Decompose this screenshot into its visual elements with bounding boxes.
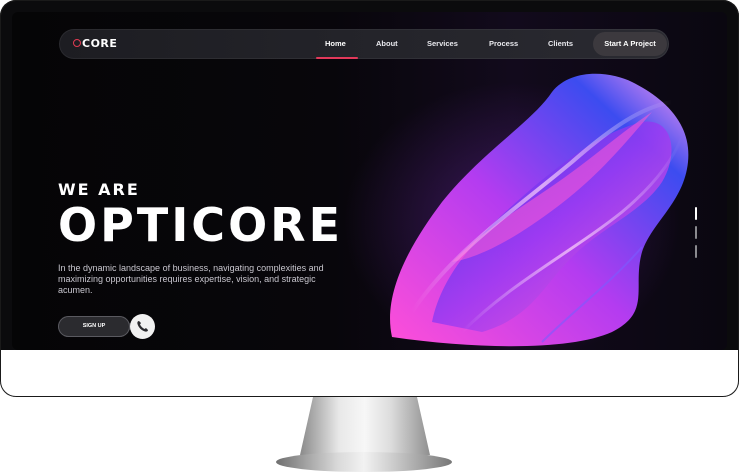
logo[interactable]: CORE [73,37,117,50]
hero-kicker: WE ARE [58,180,140,199]
active-nav-indicator [316,57,358,59]
signup-button[interactable]: SIGN UP [58,316,130,337]
phone-icon [137,321,148,332]
nav-about[interactable]: About [376,39,398,48]
slide-dot-2[interactable] [695,226,697,239]
nav-home[interactable]: Home [325,39,346,48]
slide-indicator[interactable] [695,207,699,261]
start-project-button[interactable]: Start A Project [593,32,667,56]
logo-text: CORE [82,37,118,50]
navbar: CORE Home About Services Process Clients… [59,29,669,59]
slide-dot-3[interactable] [695,245,697,258]
monitor-chin [0,350,739,397]
nav-process[interactable]: Process [489,39,518,48]
nav-clients[interactable]: Clients [548,39,573,48]
circle-logo-icon [73,39,81,47]
hero-brand-title: OPTICORE [58,198,344,252]
nav-services[interactable]: Services [427,39,458,48]
call-button[interactable] [130,314,155,339]
monitor-base [276,452,452,472]
hero-tagline: In the dynamic landscape of business, na… [58,263,324,295]
monitor: CORE Home About Services Process Clients… [0,0,739,397]
website-screen: CORE Home About Services Process Clients… [12,12,727,350]
slide-dot-1[interactable] [695,207,697,220]
signup-group: SIGN UP [58,314,155,339]
monitor-stand [300,397,430,455]
